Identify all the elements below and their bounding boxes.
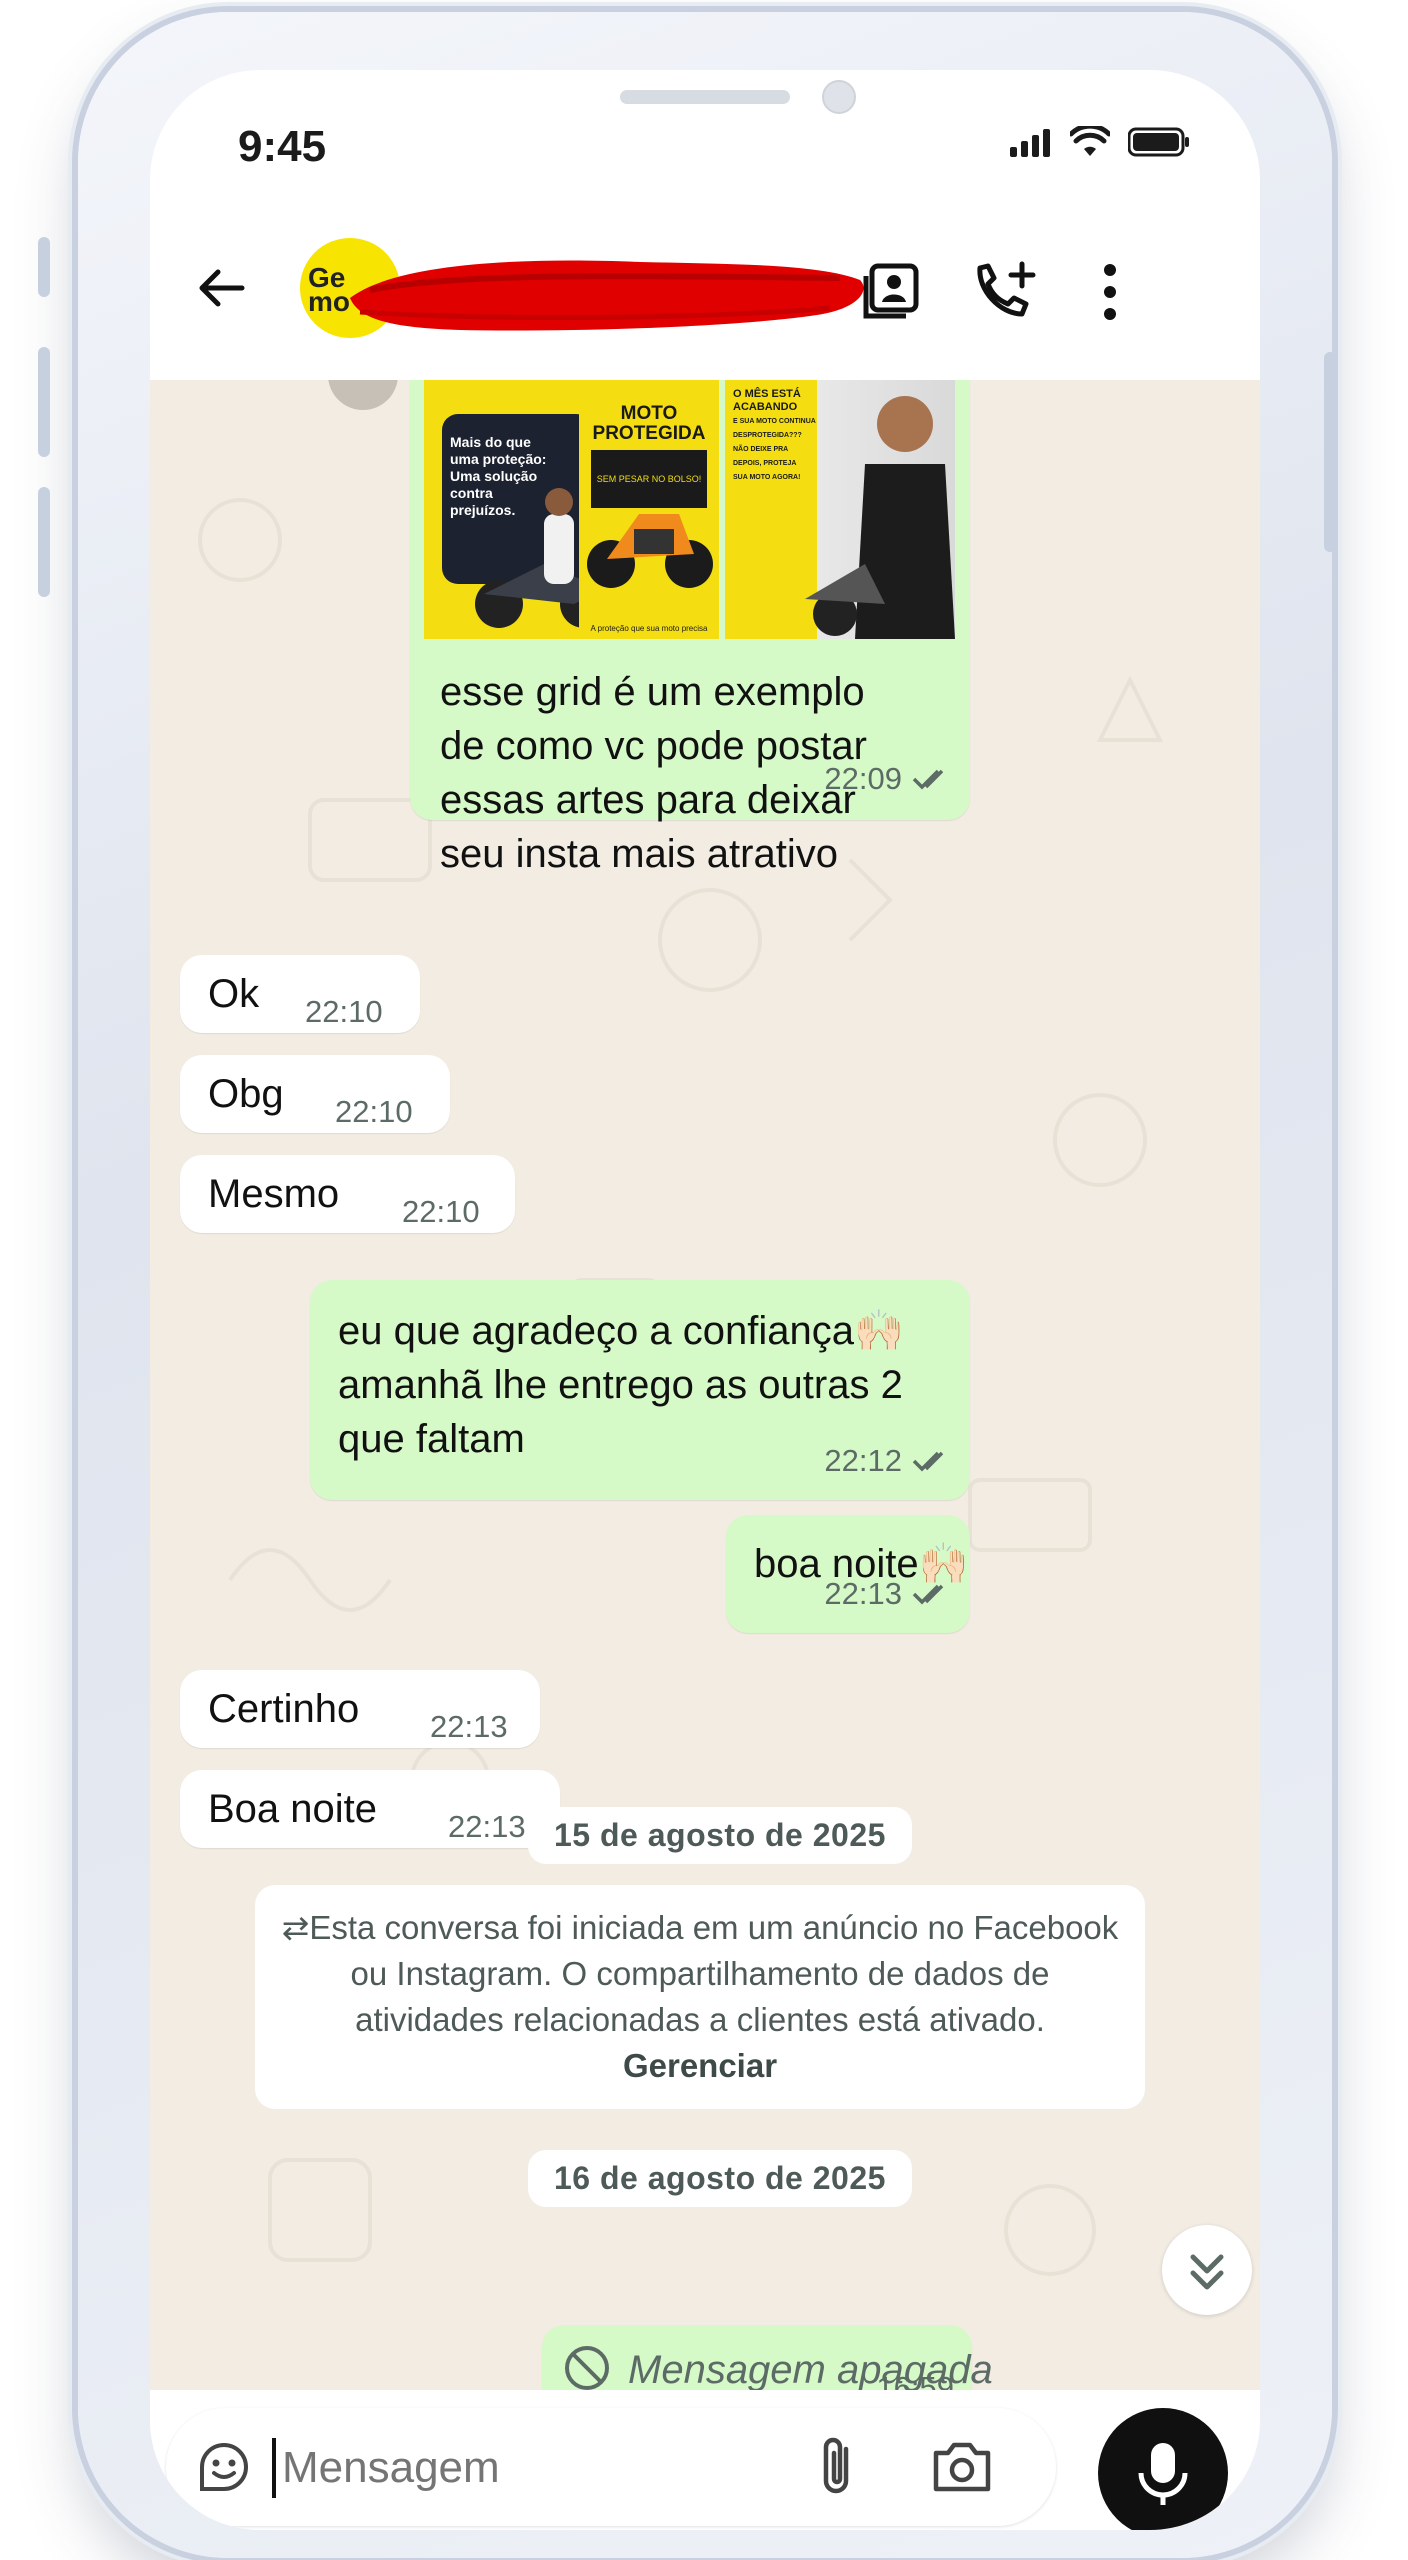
status-time: 9:45 bbox=[238, 122, 327, 171]
message-bubble-incoming[interactable]: Obg 22:10 bbox=[180, 1055, 450, 1133]
message-bubble-outgoing[interactable]: Mais do que uma proteção: Uma solução contr… bbox=[410, 380, 970, 876]
double-check-icon bbox=[912, 1451, 944, 1472]
message-bubble-incoming[interactable]: Ok 22:10 bbox=[180, 955, 420, 1033]
message-bubble-incoming[interactable]: Certinho 22:13 bbox=[180, 1670, 540, 1748]
date-separator: 16 de agosto de 2025 bbox=[528, 2150, 912, 2207]
grid-image-2[interactable]: MOTO PROTEGIDA SEM PESAR NO BOLSO! A pro… bbox=[579, 380, 719, 639]
message-meta: 22:10 bbox=[402, 1194, 480, 1229]
attach-icon[interactable] bbox=[816, 2435, 860, 2499]
ad-origin-notice: ⇄Esta conversa foi iniciada em um anúnci… bbox=[255, 1885, 1145, 2109]
blocked-icon bbox=[565, 2346, 609, 2390]
message-text: Boa noite bbox=[208, 1787, 378, 1831]
message-meta: 22:13 bbox=[430, 1709, 508, 1744]
message-meta: 22:13 bbox=[824, 1567, 950, 1621]
message-meta: 22:09 bbox=[824, 752, 950, 806]
message-bubble-incoming[interactable]: Mesmo 22:10 bbox=[180, 1155, 515, 1233]
more-vert-icon[interactable] bbox=[1100, 260, 1120, 324]
add-call-icon[interactable] bbox=[970, 260, 1040, 324]
grid-image-2-footer: A proteção que sua moto precisa está aqu… bbox=[590, 624, 708, 633]
message-text: Certinho bbox=[208, 1687, 360, 1731]
wifi-icon bbox=[1070, 126, 1110, 156]
message-input-container[interactable] bbox=[166, 2408, 1056, 2526]
message-bubble-outgoing[interactable]: boa noite🙌🏻 22:13 bbox=[726, 1515, 970, 1633]
orange-motorcycle-illustration bbox=[587, 514, 713, 588]
mic-icon bbox=[1138, 2443, 1188, 2505]
message-bubble-deleted[interactable]: Mensagem apagada 16:59 bbox=[542, 2325, 993, 2390]
double-check-icon bbox=[912, 769, 944, 790]
scroll-down-button[interactable] bbox=[1162, 2225, 1252, 2315]
contact-card-icon[interactable] bbox=[860, 260, 924, 324]
side-button bbox=[38, 487, 50, 597]
status-icons bbox=[1008, 126, 1190, 158]
message-bubble-incoming[interactable]: Boa noite 22:13 bbox=[180, 1770, 560, 1848]
notch bbox=[390, 70, 1020, 150]
message-meta: 22:12 bbox=[824, 1434, 950, 1488]
man-with-motorcycle-illustration bbox=[805, 396, 955, 639]
message-input[interactable] bbox=[280, 2432, 704, 2504]
date-separator: 15 de agosto de 2025 bbox=[528, 1807, 912, 1864]
message-bubble-outgoing[interactable]: eu que agradeço a confiança🙌🏻 amanhã lhe… bbox=[310, 1280, 970, 1500]
composer-bar bbox=[150, 2390, 1260, 2530]
scroll-down-icon bbox=[1190, 2254, 1224, 2290]
signal-icon bbox=[1010, 129, 1050, 157]
message-meta: 22:13 bbox=[448, 1809, 526, 1844]
phone-screen: 9:45 Ge mo Mais do que uma proteção: Uma… bbox=[150, 70, 1260, 2530]
sticker-icon[interactable] bbox=[194, 2437, 254, 2497]
message-meta: 22:10 bbox=[305, 994, 383, 1029]
side-button bbox=[38, 347, 50, 457]
chat-area[interactable]: Mais do que uma proteção: Uma solução contr… bbox=[150, 380, 1260, 2390]
text-cursor bbox=[272, 2438, 276, 2498]
message-text: Obg bbox=[208, 1072, 284, 1116]
side-button bbox=[38, 237, 50, 297]
grid-image-3[interactable]: O MÊS ESTÁ ACABANDO E SUA MOTO CONTINUA DES… bbox=[725, 380, 955, 639]
mic-button[interactable] bbox=[1098, 2408, 1228, 2530]
message-text: Mesmo bbox=[208, 1172, 340, 1216]
message-meta: 22:10 bbox=[335, 1094, 413, 1129]
double-check-icon bbox=[912, 1584, 944, 1605]
notice-text: ⇄Esta conversa foi iniciada em um anúnci… bbox=[281, 1909, 1119, 2038]
camera-icon[interactable] bbox=[930, 2439, 994, 2495]
message-meta: 16:59 bbox=[876, 2370, 954, 2390]
chat-header: Ge mo bbox=[150, 200, 1260, 381]
battery-icon bbox=[1128, 127, 1189, 157]
back-arrow-icon[interactable] bbox=[194, 260, 250, 316]
message-text: Ok bbox=[208, 972, 260, 1016]
manage-link[interactable]: Gerenciar bbox=[623, 2047, 777, 2084]
redaction-scribble bbox=[350, 260, 864, 331]
front-camera bbox=[822, 80, 856, 114]
speaker bbox=[620, 90, 790, 104]
side-button bbox=[1324, 352, 1336, 552]
